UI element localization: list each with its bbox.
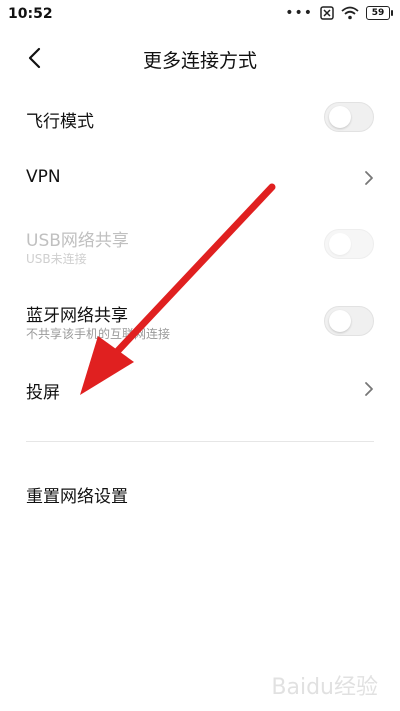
cast-label: 投屏: [26, 383, 60, 403]
reset-network-label: 重置网络设置: [26, 487, 128, 507]
airplane-mode-row[interactable]: 飞行模式: [0, 92, 400, 144]
more-notifications-icon: •••: [285, 5, 313, 21]
page-title: 更多连接方式: [142, 50, 257, 72]
status-time: 10:52: [8, 6, 53, 22]
section-divider: [26, 441, 374, 442]
sim-blocked-icon: [320, 6, 334, 20]
bluetooth-tethering-row[interactable]: 蓝牙网络共享 不共享该手机的互联网连接: [0, 293, 400, 353]
bluetooth-tethering-sublabel: 不共享该手机的互联网连接: [26, 327, 171, 341]
vpn-label: VPN: [26, 167, 61, 187]
status-icons: ••• 59: [285, 5, 393, 21]
airplane-mode-toggle[interactable]: [324, 102, 374, 132]
bluetooth-tethering-label: 蓝牙网络共享: [26, 306, 128, 326]
cast-row[interactable]: 投屏: [0, 363, 400, 415]
chevron-right-icon: [365, 171, 373, 185]
chevron-right-icon: [365, 382, 373, 396]
vpn-row[interactable]: VPN: [0, 152, 400, 204]
battery-icon: 59: [366, 6, 393, 20]
usb-tethering-toggle: [324, 229, 374, 259]
airplane-mode-label: 飞行模式: [26, 112, 94, 132]
bluetooth-tethering-toggle[interactable]: [324, 306, 374, 336]
status-bar: 10:52 ••• 59: [0, 0, 400, 30]
watermark: Baidu经验: [271, 675, 378, 700]
usb-tethering-row: USB网络共享 USB未连接: [0, 218, 400, 278]
reset-network-row[interactable]: 重置网络设置: [0, 467, 400, 519]
usb-tethering-label: USB网络共享: [26, 231, 129, 251]
usb-tethering-sublabel: USB未连接: [26, 252, 87, 266]
page-header: 更多连接方式: [0, 38, 400, 82]
wifi-icon: [341, 6, 359, 20]
